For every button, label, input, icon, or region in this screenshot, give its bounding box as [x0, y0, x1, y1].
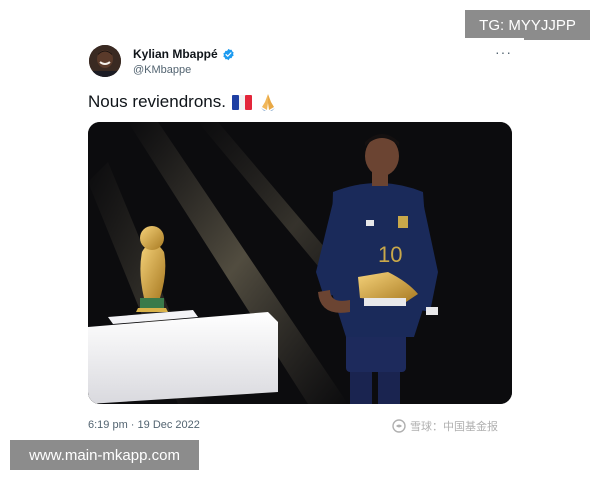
avatar[interactable]	[89, 45, 121, 77]
watermark-text: 雪球：中国基金报	[410, 421, 498, 433]
tweet-text-content: Nous reviendrons.	[88, 92, 226, 111]
world-cup-trophy-icon	[136, 226, 168, 312]
tweet-timestamp[interactable]: 6:19 pm · 19 Dec 2022	[88, 419, 200, 431]
tweet-photo[interactable]: 10	[88, 122, 512, 404]
verified-badge-icon	[223, 48, 234, 60]
more-options-icon[interactable]: ···	[495, 44, 512, 60]
author-name[interactable]: Kylian Mbappé	[133, 47, 235, 61]
url-watermark-badge: www.main-mkapp.com	[10, 440, 199, 470]
tweet-card: Kylian Mbappé @KMbappe ··· Nous reviendr…	[76, 38, 524, 438]
tweet-text: Nous reviendrons.	[88, 92, 278, 112]
flag-france-icon	[231, 94, 252, 110]
tg-watermark-badge: TG: MYYJJPP	[465, 10, 590, 40]
folded-hands-icon	[258, 93, 278, 111]
source-watermark: 雪球：中国基金报	[392, 418, 498, 434]
author-name-label[interactable]: Kylian Mbappé	[133, 47, 218, 61]
snowball-logo-icon	[392, 419, 406, 433]
jersey-number: 10	[378, 242, 402, 267]
author-handle[interactable]: @KMbappe	[133, 64, 191, 76]
